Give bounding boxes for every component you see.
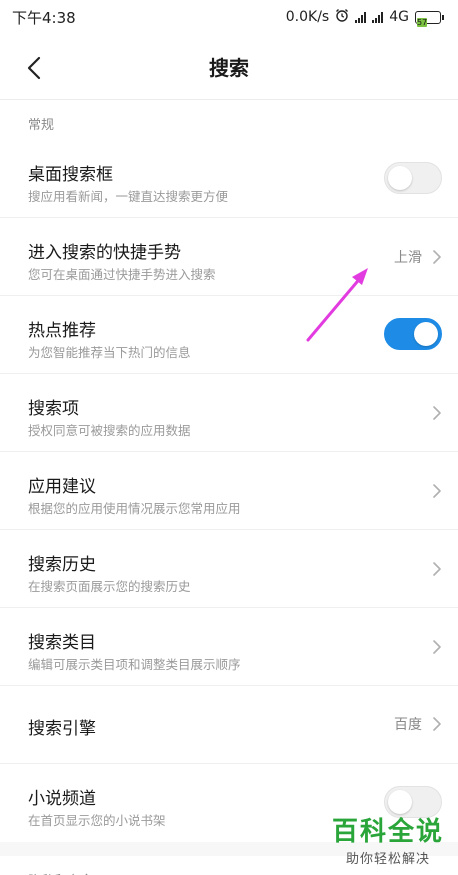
watermark-subtitle: 助你轻松解决: [345, 852, 430, 867]
row-title: 搜索类目: [28, 633, 96, 653]
row-search-categories[interactable]: 搜索类目 编辑可展示类目项和调整类目展示顺序: [0, 608, 458, 686]
chevron-right-icon: [433, 640, 441, 654]
status-icons: 0.0K/s 4G 57: [285, 8, 444, 27]
row-desc: 为您智能推荐当下热门的信息: [28, 345, 191, 360]
row-title: 进入搜索的快捷手势: [28, 243, 181, 263]
chevron-left-icon: [27, 56, 41, 80]
desktop-search-box-toggle[interactable]: [384, 162, 442, 194]
row-search-gesture[interactable]: 进入搜索的快捷手势 您可在桌面通过快捷手势进入搜索 上滑: [0, 218, 458, 296]
alarm-icon: [335, 8, 349, 26]
row-desktop-search-box[interactable]: 桌面搜索框 搜应用看新闻，一键直达搜索更方便: [0, 140, 458, 218]
section-label-general: 常规: [28, 118, 55, 133]
signal-icon: [355, 11, 367, 23]
network-speed: 0.0K/s: [285, 9, 330, 25]
row-title: 桌面搜索框: [28, 165, 113, 185]
row-desc: 编辑可展示类目项和调整类目展示顺序: [28, 657, 241, 672]
row-search-history[interactable]: 搜索历史 在搜索页面展示您的搜索历史: [0, 530, 458, 608]
battery-level: 57: [417, 17, 428, 27]
chevron-right-icon: [433, 406, 441, 420]
status-time: 下午4:38: [12, 8, 76, 27]
battery-icon: 57: [415, 10, 444, 27]
chevron-right-icon: [433, 717, 441, 731]
row-app-suggestions[interactable]: 应用建议 根据您的应用使用情况展示您常用应用: [0, 452, 458, 530]
row-title: 应用建议: [28, 477, 96, 497]
row-desc: 根据您的应用使用情况展示您常用应用: [28, 501, 241, 516]
back-button[interactable]: [14, 48, 54, 88]
signal-icon-2: [372, 11, 384, 23]
watermark-logo: 百科全说 助你轻松解决: [332, 811, 444, 867]
page-header: 搜索: [0, 34, 458, 100]
row-title: 搜索引擎: [28, 719, 96, 739]
row-value: 上滑: [394, 250, 422, 266]
row-title: 搜索项: [28, 399, 79, 419]
row-hot-recommend[interactable]: 热点推荐 为您智能推荐当下热门的信息: [0, 296, 458, 374]
row-search-engine[interactable]: 搜索引擎 百度: [0, 686, 458, 764]
row-value: 百度: [394, 717, 422, 733]
chevron-right-icon: [433, 250, 441, 264]
row-desc: 您可在桌面通过快捷手势进入搜索: [28, 267, 216, 282]
network-type: 4G: [389, 9, 409, 25]
row-desc: 搜应用看新闻，一键直达搜索更方便: [28, 189, 229, 204]
watermark-title: 百科全说: [331, 817, 444, 847]
row-title: 搜索历史: [28, 555, 96, 575]
page-title: 搜索: [209, 56, 249, 80]
row-desc: 在首页显示您的小说书架: [28, 813, 166, 828]
row-desc: 在搜索页面展示您的搜索历史: [28, 579, 191, 594]
row-desc: 授权同意可被搜索的应用数据: [28, 423, 191, 438]
row-search-items[interactable]: 搜索项 授权同意可被搜索的应用数据: [0, 374, 458, 452]
chevron-right-icon: [433, 484, 441, 498]
status-bar: 下午4:38 0.0K/s 4G 57: [0, 0, 458, 34]
row-title: 热点推荐: [28, 321, 96, 341]
row-title: 小说频道: [28, 789, 96, 809]
chevron-right-icon: [433, 562, 441, 576]
hot-recommend-toggle[interactable]: [384, 318, 442, 350]
